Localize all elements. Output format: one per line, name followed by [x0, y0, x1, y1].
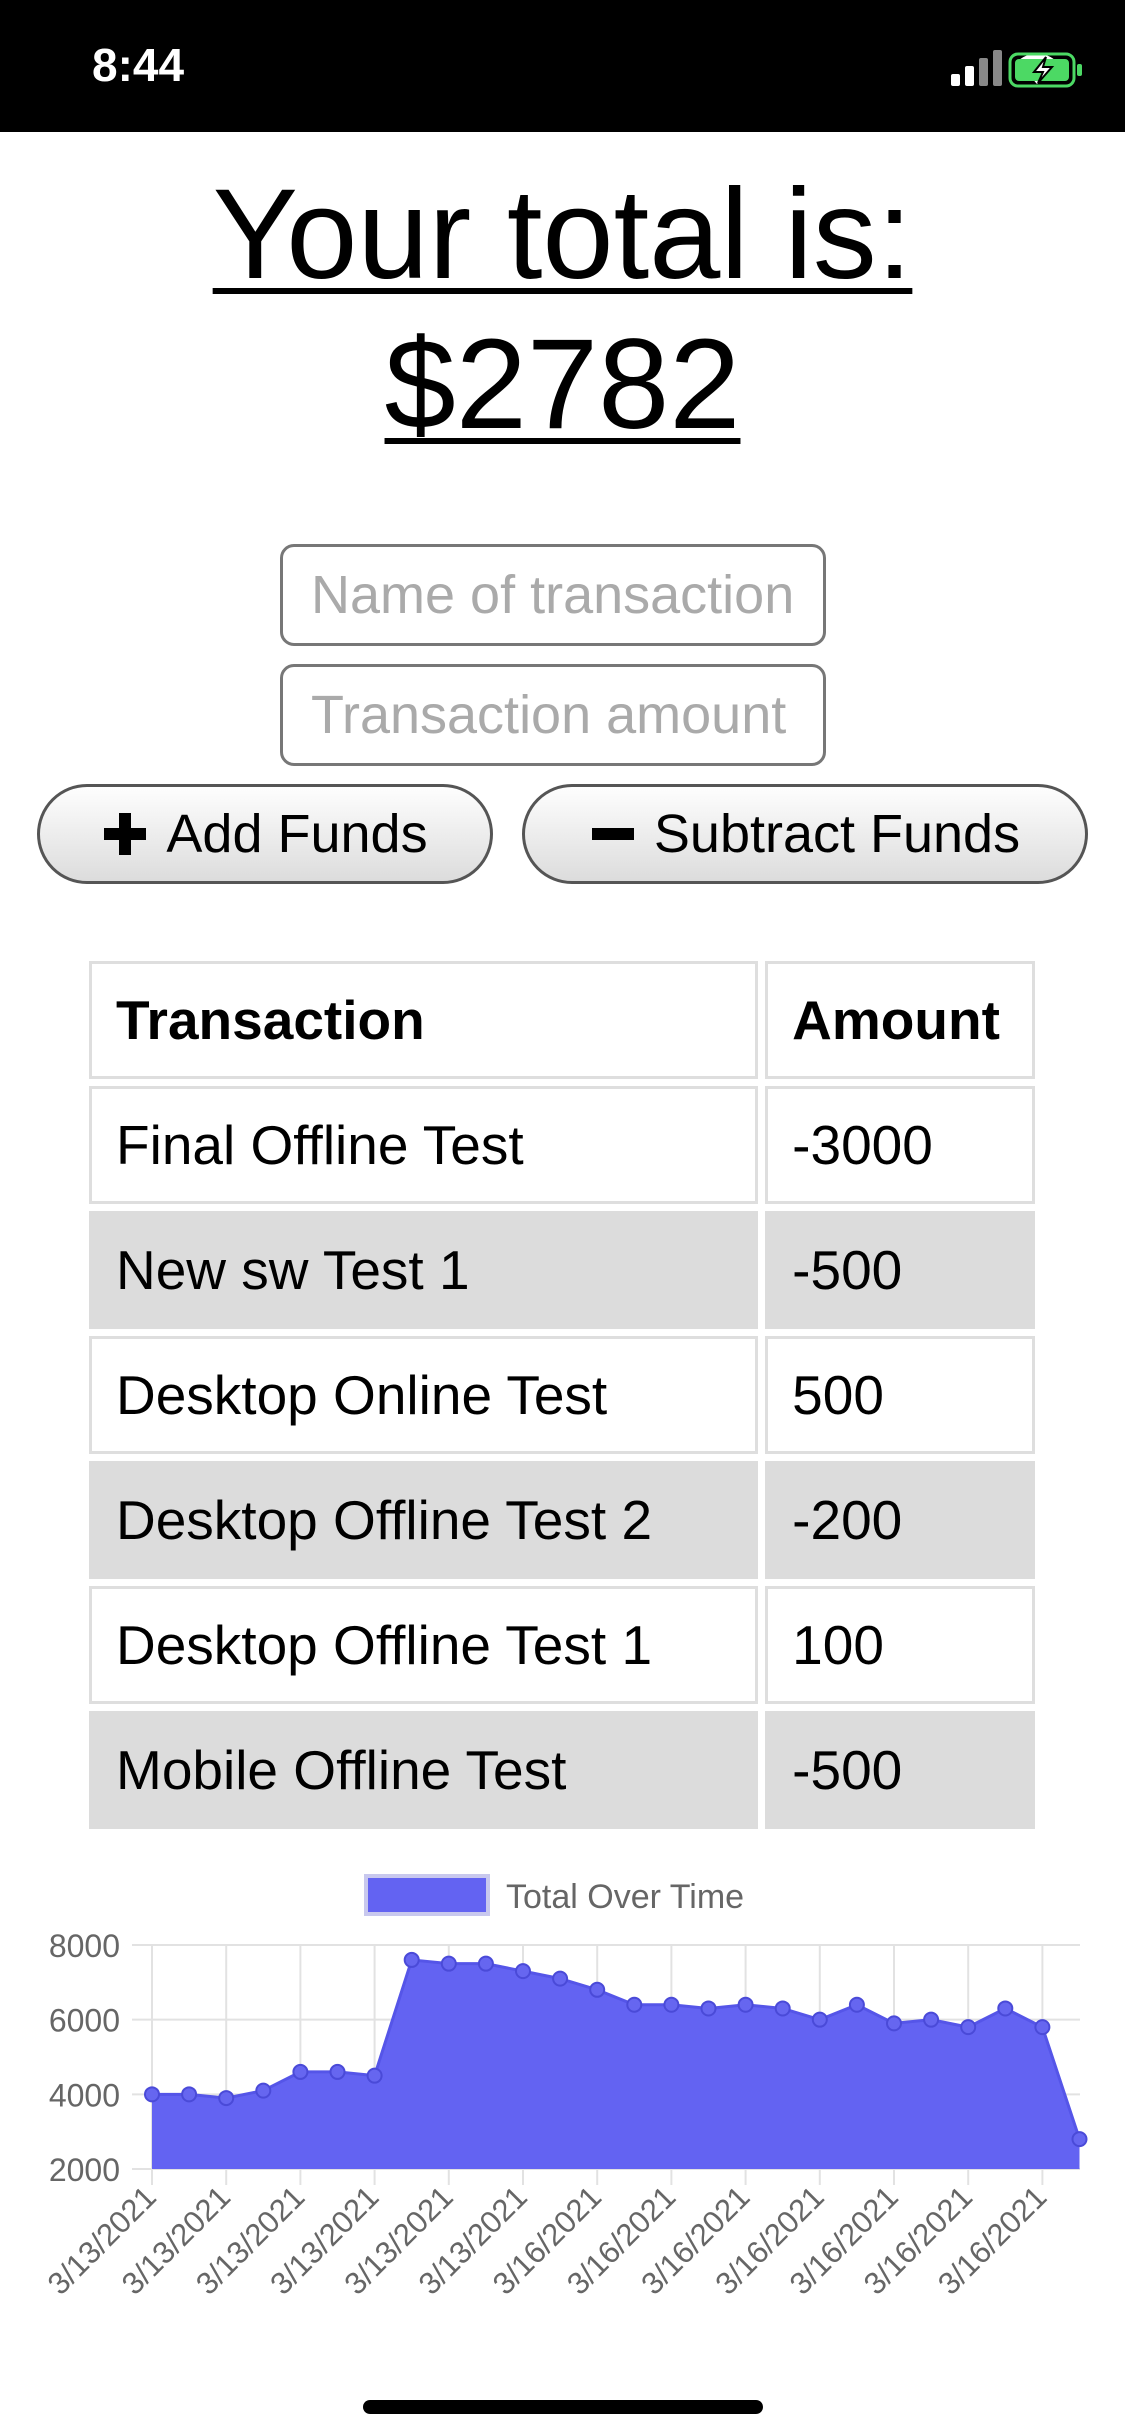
y-tick-label: 2000 — [49, 2152, 120, 2188]
transaction-amount: 100 — [765, 1586, 1035, 1704]
data-point[interactable] — [960, 2019, 977, 2036]
data-point[interactable] — [552, 1970, 569, 1987]
table-row: New sw Test 1 -500 — [89, 1211, 1035, 1329]
y-axis-ticks: 2000 4000 6000 8000 — [49, 1928, 120, 2188]
data-point[interactable] — [181, 2086, 198, 2103]
data-point[interactable] — [589, 1981, 606, 1998]
chart-area-series — [152, 1958, 1081, 2169]
transaction-amount: 500 — [765, 1336, 1035, 1454]
header-amount: Amount — [765, 961, 1035, 1079]
data-point[interactable] — [255, 2082, 272, 2099]
data-point[interactable] — [366, 2067, 383, 2084]
table-row: Desktop Online Test 500 — [89, 1336, 1035, 1454]
data-point[interactable] — [329, 2063, 346, 2080]
data-point[interactable] — [144, 2086, 160, 2103]
transaction-amount: -200 — [765, 1461, 1035, 1579]
data-point[interactable] — [997, 2000, 1014, 2017]
y-tick-label: 8000 — [49, 1928, 120, 1964]
data-point[interactable] — [292, 2063, 309, 2080]
data-point[interactable] — [626, 1996, 643, 2013]
data-point[interactable] — [663, 1996, 680, 2013]
transaction-table-viewport[interactable]: Transaction Amount Final Offline Test -3… — [0, 0, 1125, 1849]
data-point[interactable] — [774, 2000, 791, 2017]
data-point[interactable] — [1071, 2131, 1088, 2148]
table-row: Desktop Offline Test 1 100 — [89, 1586, 1035, 1704]
transaction-name: Desktop Offline Test 1 — [89, 1586, 759, 1704]
table-row: Mobile Offline Test -500 — [89, 1711, 1035, 1829]
data-point[interactable] — [700, 2000, 717, 2017]
table-header-row: Transaction Amount — [89, 961, 1035, 1079]
data-point[interactable] — [477, 1955, 494, 1972]
total-over-time-chart: Total Over Time 2000 4000 6000 8000 3/13/20… — [41, 1874, 1088, 2301]
table-row: Final Offline Test -3000 — [89, 1086, 1035, 1204]
header-transaction: Transaction — [89, 961, 759, 1079]
y-tick-label: 6000 — [49, 2003, 120, 2039]
transaction-name: New sw Test 1 — [89, 1211, 759, 1329]
data-point[interactable] — [1034, 2019, 1051, 2036]
transaction-amount: -3000 — [765, 1086, 1035, 1204]
transaction-name: Desktop Offline Test 2 — [89, 1461, 759, 1579]
transaction-amount: -500 — [765, 1211, 1035, 1329]
data-point[interactable] — [811, 2011, 828, 2028]
home-indicator[interactable] — [363, 2400, 763, 2414]
data-point[interactable] — [403, 1951, 420, 1968]
transaction-name: Final Offline Test — [89, 1086, 759, 1204]
area-fill — [152, 1959, 1080, 2169]
table-row: Desktop Offline Test 2 -200 — [89, 1461, 1035, 1579]
data-point[interactable] — [848, 1996, 865, 2013]
x-axis-ticks: 3/13/20213/13/20213/13/20213/13/20213/13… — [41, 2179, 1054, 2301]
data-point[interactable] — [218, 2090, 235, 2107]
data-point[interactable] — [515, 1963, 531, 1980]
data-point[interactable] — [886, 2015, 902, 2032]
transaction-name: Desktop Online Test — [89, 1336, 759, 1454]
legend-label: Total Over Time — [506, 1878, 744, 1916]
y-tick-label: 4000 — [49, 2077, 120, 2113]
chart-legend[interactable]: Total Over Time — [364, 1874, 744, 1916]
data-point[interactable] — [923, 2011, 940, 2028]
legend-swatch — [364, 1874, 490, 1916]
data-point[interactable] — [440, 1955, 457, 1972]
data-point[interactable] — [737, 1996, 754, 2013]
transaction-table: Transaction Amount Final Offline Test -3… — [82, 954, 1042, 1836]
transaction-name: Mobile Offline Test — [89, 1711, 759, 1829]
transaction-amount: -500 — [765, 1711, 1035, 1829]
